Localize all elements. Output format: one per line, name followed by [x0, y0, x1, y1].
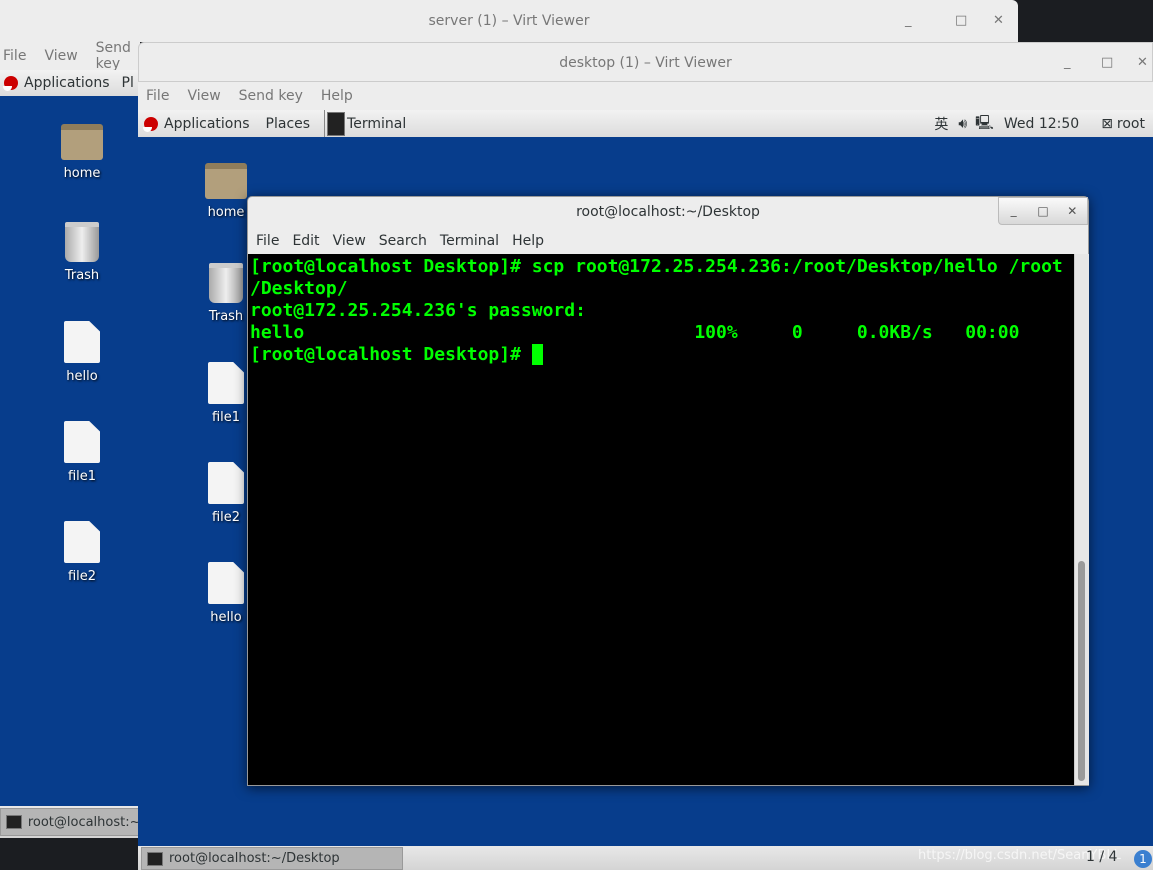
minimize-button[interactable]: _: [1064, 43, 1071, 83]
icon-label: file1: [67, 469, 97, 484]
menu-search[interactable]: Search: [379, 233, 427, 249]
file-icon: [64, 321, 100, 363]
icon-label: hello: [210, 610, 242, 625]
close-button[interactable]: ✕: [993, 0, 1004, 42]
file-icon: [64, 421, 100, 463]
window-title: server (1) – Virt Viewer: [428, 13, 590, 29]
notification-badge[interactable]: 1: [1134, 850, 1152, 868]
close-button[interactable]: ✕: [1137, 43, 1148, 83]
desktop-icon-file1[interactable]: file1: [42, 421, 122, 484]
taskbar-label: root@localhost:~/Desktop: [169, 851, 340, 866]
close-button[interactable]: ✕: [1058, 198, 1087, 224]
file-icon: [208, 462, 244, 504]
terminal-output[interactable]: [root@localhost Desktop]# scp root@172.2…: [248, 254, 1074, 785]
terminal-prompt: [root@localhost Desktop]#: [250, 344, 532, 365]
active-app-label: Terminal: [347, 115, 407, 132]
server-window-titlebar: server (1) – Virt Viewer _ □ ✕: [0, 0, 1018, 42]
clock[interactable]: Wed 12:50: [1004, 116, 1079, 132]
menu-edit[interactable]: Edit: [292, 233, 319, 249]
workspace-indicator[interactable]: 1 / 4: [1086, 849, 1117, 865]
taskbar-label: root@localhost:~: [27, 814, 139, 830]
menu-help[interactable]: Help: [321, 88, 353, 104]
applications-menu[interactable]: Applications: [164, 116, 250, 132]
trash-icon: [65, 222, 99, 262]
desktop-menubar: File View Send key Help: [138, 82, 1153, 110]
server-top-panel: Applications Pl: [0, 70, 140, 96]
terminal-line: root@172.25.254.236's password:: [250, 300, 597, 321]
terminal-line: [root@localhost Desktop]# scp root@172.2…: [250, 256, 1063, 277]
menu-send-key[interactable]: Send key: [96, 40, 140, 72]
menu-view[interactable]: View: [187, 88, 220, 104]
applications-menu[interactable]: Applications: [24, 75, 110, 91]
desktop-icon-file2[interactable]: file2: [42, 521, 122, 584]
maximize-button[interactable]: □: [955, 0, 967, 42]
desktop-top-panel: Applications Places Terminal 英 🔊︎ 🖳 Wed …: [138, 110, 1153, 137]
server-menubar: File View Send key: [0, 40, 140, 72]
taskbar-terminal[interactable]: root@localhost:~/Desktop: [141, 847, 403, 870]
home-folder-icon: [61, 124, 103, 160]
scrollbar-thumb[interactable]: [1078, 561, 1085, 781]
server-desktop: home Trash hello file1 file2: [0, 96, 140, 806]
desktop-icon-trash[interactable]: Trash: [42, 222, 122, 283]
trash-icon: [209, 263, 243, 303]
terminal-menubar: File Edit View Search Terminal Help: [248, 228, 1088, 254]
menu-file[interactable]: File: [256, 233, 279, 249]
file-icon: [208, 562, 244, 604]
desktop-window-titlebar: desktop (1) – Virt Viewer _ □ ✕: [138, 42, 1153, 82]
menu-file[interactable]: File: [3, 48, 26, 64]
active-app-terminal[interactable]: Terminal: [324, 110, 406, 137]
terminal-cursor: [531, 344, 543, 365]
menu-view[interactable]: View: [44, 48, 77, 64]
terminal-line: hello 100% 0 0.0KB/s 00:00: [250, 322, 1020, 343]
icon-label: hello: [66, 369, 98, 384]
user-menu[interactable]: root: [1117, 116, 1145, 132]
terminal-line: /Desktop/: [250, 278, 348, 299]
desktop-icon-hello[interactable]: hello: [42, 321, 122, 384]
terminal-title: root@localhost:~/Desktop: [576, 204, 760, 220]
maximize-button[interactable]: □: [1028, 198, 1057, 224]
network-icon[interactable]: 🖳: [975, 112, 994, 136]
volume-icon[interactable]: 🔊︎: [958, 116, 967, 132]
icon-label: file1: [211, 410, 241, 425]
icon-label: file2: [211, 510, 241, 525]
terminal-titlebar: root@localhost:~/Desktop: [248, 197, 1088, 228]
home-folder-icon: [205, 163, 247, 199]
terminal-icon: [327, 111, 346, 136]
icon-label: home: [207, 205, 245, 220]
input-method-indicator[interactable]: 英: [934, 114, 948, 134]
menu-file[interactable]: File: [146, 88, 169, 104]
redhat-icon: [3, 76, 18, 91]
server-taskbar: root@localhost:~: [0, 806, 140, 838]
icon-label: home: [63, 166, 101, 181]
window-title: desktop (1) – Virt Viewer: [559, 55, 732, 71]
menu-help[interactable]: Help: [512, 233, 544, 249]
minimize-button[interactable]: _: [905, 0, 912, 42]
file-icon: [208, 362, 244, 404]
menu-view[interactable]: View: [333, 233, 366, 249]
desktop-icon-home[interactable]: home: [42, 124, 122, 181]
icon-label: file2: [67, 569, 97, 584]
terminal-window: root@localhost:~/Desktop _ □ ✕ File Edit…: [247, 196, 1089, 786]
user-icon: ⊠: [1101, 115, 1113, 132]
maximize-button[interactable]: □: [1101, 43, 1113, 83]
places-menu[interactable]: Pl: [122, 75, 134, 91]
menu-send-key[interactable]: Send key: [239, 88, 303, 104]
icon-label: Trash: [64, 268, 100, 283]
desktop-taskbar: root@localhost:~/Desktop https://blog.cs…: [138, 846, 1153, 870]
redhat-icon: [143, 116, 158, 132]
file-icon: [64, 521, 100, 563]
minimize-button[interactable]: _: [999, 198, 1028, 224]
terminal-scrollbar[interactable]: [1074, 254, 1089, 785]
terminal-icon: [6, 815, 22, 829]
taskbar-terminal[interactable]: root@localhost:~: [0, 808, 140, 836]
terminal-icon: [147, 851, 163, 866]
menu-terminal[interactable]: Terminal: [440, 233, 499, 249]
icon-label: Trash: [208, 309, 244, 324]
terminal-window-controls: _ □ ✕: [998, 197, 1088, 225]
places-menu[interactable]: Places: [266, 116, 311, 132]
